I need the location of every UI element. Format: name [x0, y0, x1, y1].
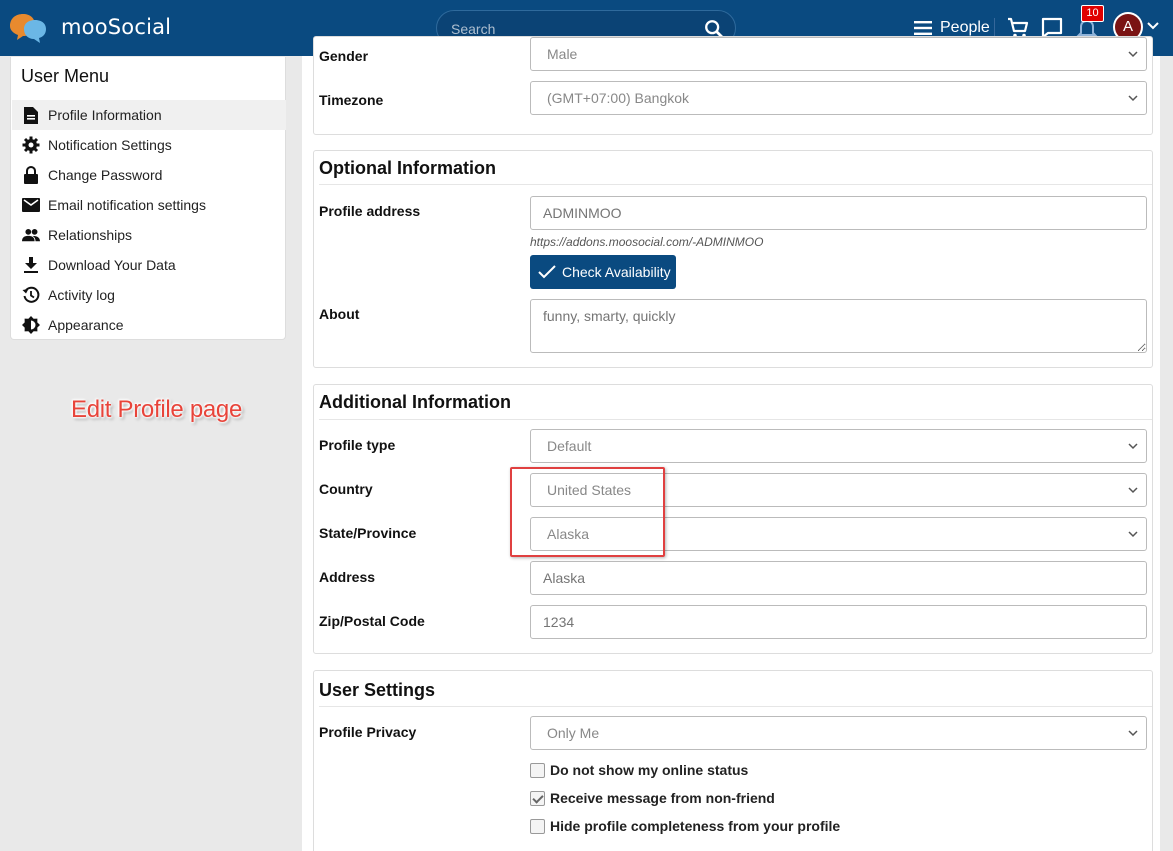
people-label: People — [940, 19, 990, 36]
chevron-down-icon — [1128, 531, 1138, 538]
section-optional-information: Optional Information Profile address htt… — [313, 150, 1153, 368]
chevron-down-icon — [1128, 51, 1138, 58]
divider — [319, 419, 1152, 420]
profile-privacy-value: Only Me — [547, 725, 600, 741]
profile-address-input[interactable] — [530, 196, 1147, 230]
notification-badge[interactable]: 10 — [1081, 5, 1104, 22]
profile-type-value: Default — [547, 438, 592, 454]
highlight-box — [510, 467, 665, 557]
about-textarea[interactable] — [530, 299, 1147, 353]
zip-input[interactable] — [530, 605, 1147, 639]
checkbox[interactable] — [530, 790, 545, 806]
profile-privacy-label: Profile Privacy — [319, 724, 417, 740]
main-content: Gender Male Timezone (GMT+07:00) Bangkok… — [302, 36, 1160, 851]
chevron-down-icon — [1128, 730, 1138, 737]
gender-select[interactable]: Male — [530, 37, 1147, 71]
lock-icon — [22, 166, 40, 184]
check-availability-button[interactable]: Check Availability — [530, 255, 676, 289]
section-basic-information: Gender Male Timezone (GMT+07:00) Bangkok — [313, 36, 1153, 135]
check-availability-label: Check Availability — [562, 264, 671, 280]
menu-item-activity-log[interactable]: Activity log — [12, 280, 286, 310]
menu-item-label: Download Your Data — [48, 257, 176, 273]
section-user-settings: User Settings Profile Privacy Only Me Do… — [313, 670, 1153, 851]
hide-completeness-checkbox-row[interactable]: Hide profile completeness from your prof… — [530, 818, 840, 834]
state-label: State/Province — [319, 525, 417, 541]
divider — [319, 706, 1152, 707]
zip-label: Zip/Postal Code — [319, 613, 425, 629]
menu-item-label: Change Password — [48, 167, 163, 183]
checkbox[interactable] — [530, 762, 545, 778]
chevron-down-icon[interactable] — [1147, 22, 1159, 30]
navbar-divider — [994, 18, 995, 38]
annotation-label: Edit Profile page — [71, 396, 243, 423]
menu-item-profile-information[interactable]: Profile Information — [12, 100, 286, 130]
profile-address-label: Profile address — [319, 203, 421, 219]
country-label: Country — [319, 481, 373, 497]
address-label: Address — [319, 569, 376, 585]
hamburger-icon — [914, 21, 932, 35]
menu-item-appearance[interactable]: Appearance — [12, 310, 286, 340]
brightness-icon — [22, 316, 40, 334]
people-icon — [22, 226, 40, 244]
timezone-value: (GMT+07:00) Bangkok — [547, 90, 690, 106]
profile-privacy-select[interactable]: Only Me — [530, 716, 1147, 750]
section-additional-information: Additional Information Profile type Defa… — [313, 384, 1153, 654]
address-input[interactable] — [530, 561, 1147, 595]
profile-type-select[interactable]: Default — [530, 429, 1147, 463]
menu-item-label: Appearance — [48, 317, 124, 333]
non-friend-message-checkbox-row[interactable]: Receive message from non-friend — [530, 790, 775, 806]
menu-item-change-password[interactable]: Change Password — [12, 160, 286, 190]
menu-item-notification-settings[interactable]: Notification Settings — [12, 130, 286, 160]
menu-item-label: Activity log — [48, 287, 115, 303]
chevron-down-icon — [1128, 487, 1138, 494]
gear-icon — [22, 136, 40, 154]
menu-item-relationships[interactable]: Relationships — [12, 220, 286, 250]
timezone-select[interactable]: (GMT+07:00) Bangkok — [530, 81, 1147, 115]
document-icon — [22, 106, 40, 124]
about-label: About — [319, 306, 360, 322]
divider — [319, 184, 1152, 185]
section-title: Additional Information — [319, 392, 511, 412]
section-title: Optional Information — [319, 158, 496, 178]
checkbox-label: Do not show my online status — [550, 762, 749, 778]
brand-name[interactable]: mooSocial — [61, 15, 171, 39]
menu-item-label: Relationships — [48, 227, 133, 243]
checkbox[interactable] — [530, 818, 545, 834]
profile-type-label: Profile type — [319, 437, 396, 453]
user-menu-title: User Menu — [21, 66, 110, 86]
history-icon — [22, 286, 40, 304]
online-status-checkbox-row[interactable]: Do not show my online status — [530, 762, 748, 778]
timezone-label: Timezone — [319, 92, 384, 108]
checkmark-icon — [538, 265, 556, 279]
chevron-down-icon — [1128, 443, 1138, 450]
download-icon — [22, 256, 40, 274]
menu-item-label: Notification Settings — [48, 137, 172, 153]
checkbox-label: Receive message from non-friend — [550, 790, 775, 806]
checkbox-label: Hide profile completeness from your prof… — [550, 818, 841, 834]
people-menu-button[interactable]: People — [914, 18, 990, 38]
moosocial-logo-icon[interactable] — [8, 12, 48, 44]
user-menu-panel: User Menu Profile Information Notificati… — [10, 57, 286, 340]
gender-label: Gender — [319, 48, 369, 64]
gender-value: Male — [547, 46, 578, 62]
menu-item-email-notification-settings[interactable]: Email notification settings — [12, 190, 286, 220]
profile-url-hint: https://addons.moosocial.com/-ADMINMOO — [530, 235, 764, 249]
envelope-icon — [22, 196, 40, 214]
menu-item-label: Email notification settings — [48, 197, 206, 213]
chevron-down-icon — [1128, 95, 1138, 102]
menu-item-label: Profile Information — [48, 107, 162, 123]
section-title: User Settings — [319, 680, 436, 700]
menu-item-download-your-data[interactable]: Download Your Data — [12, 250, 286, 280]
